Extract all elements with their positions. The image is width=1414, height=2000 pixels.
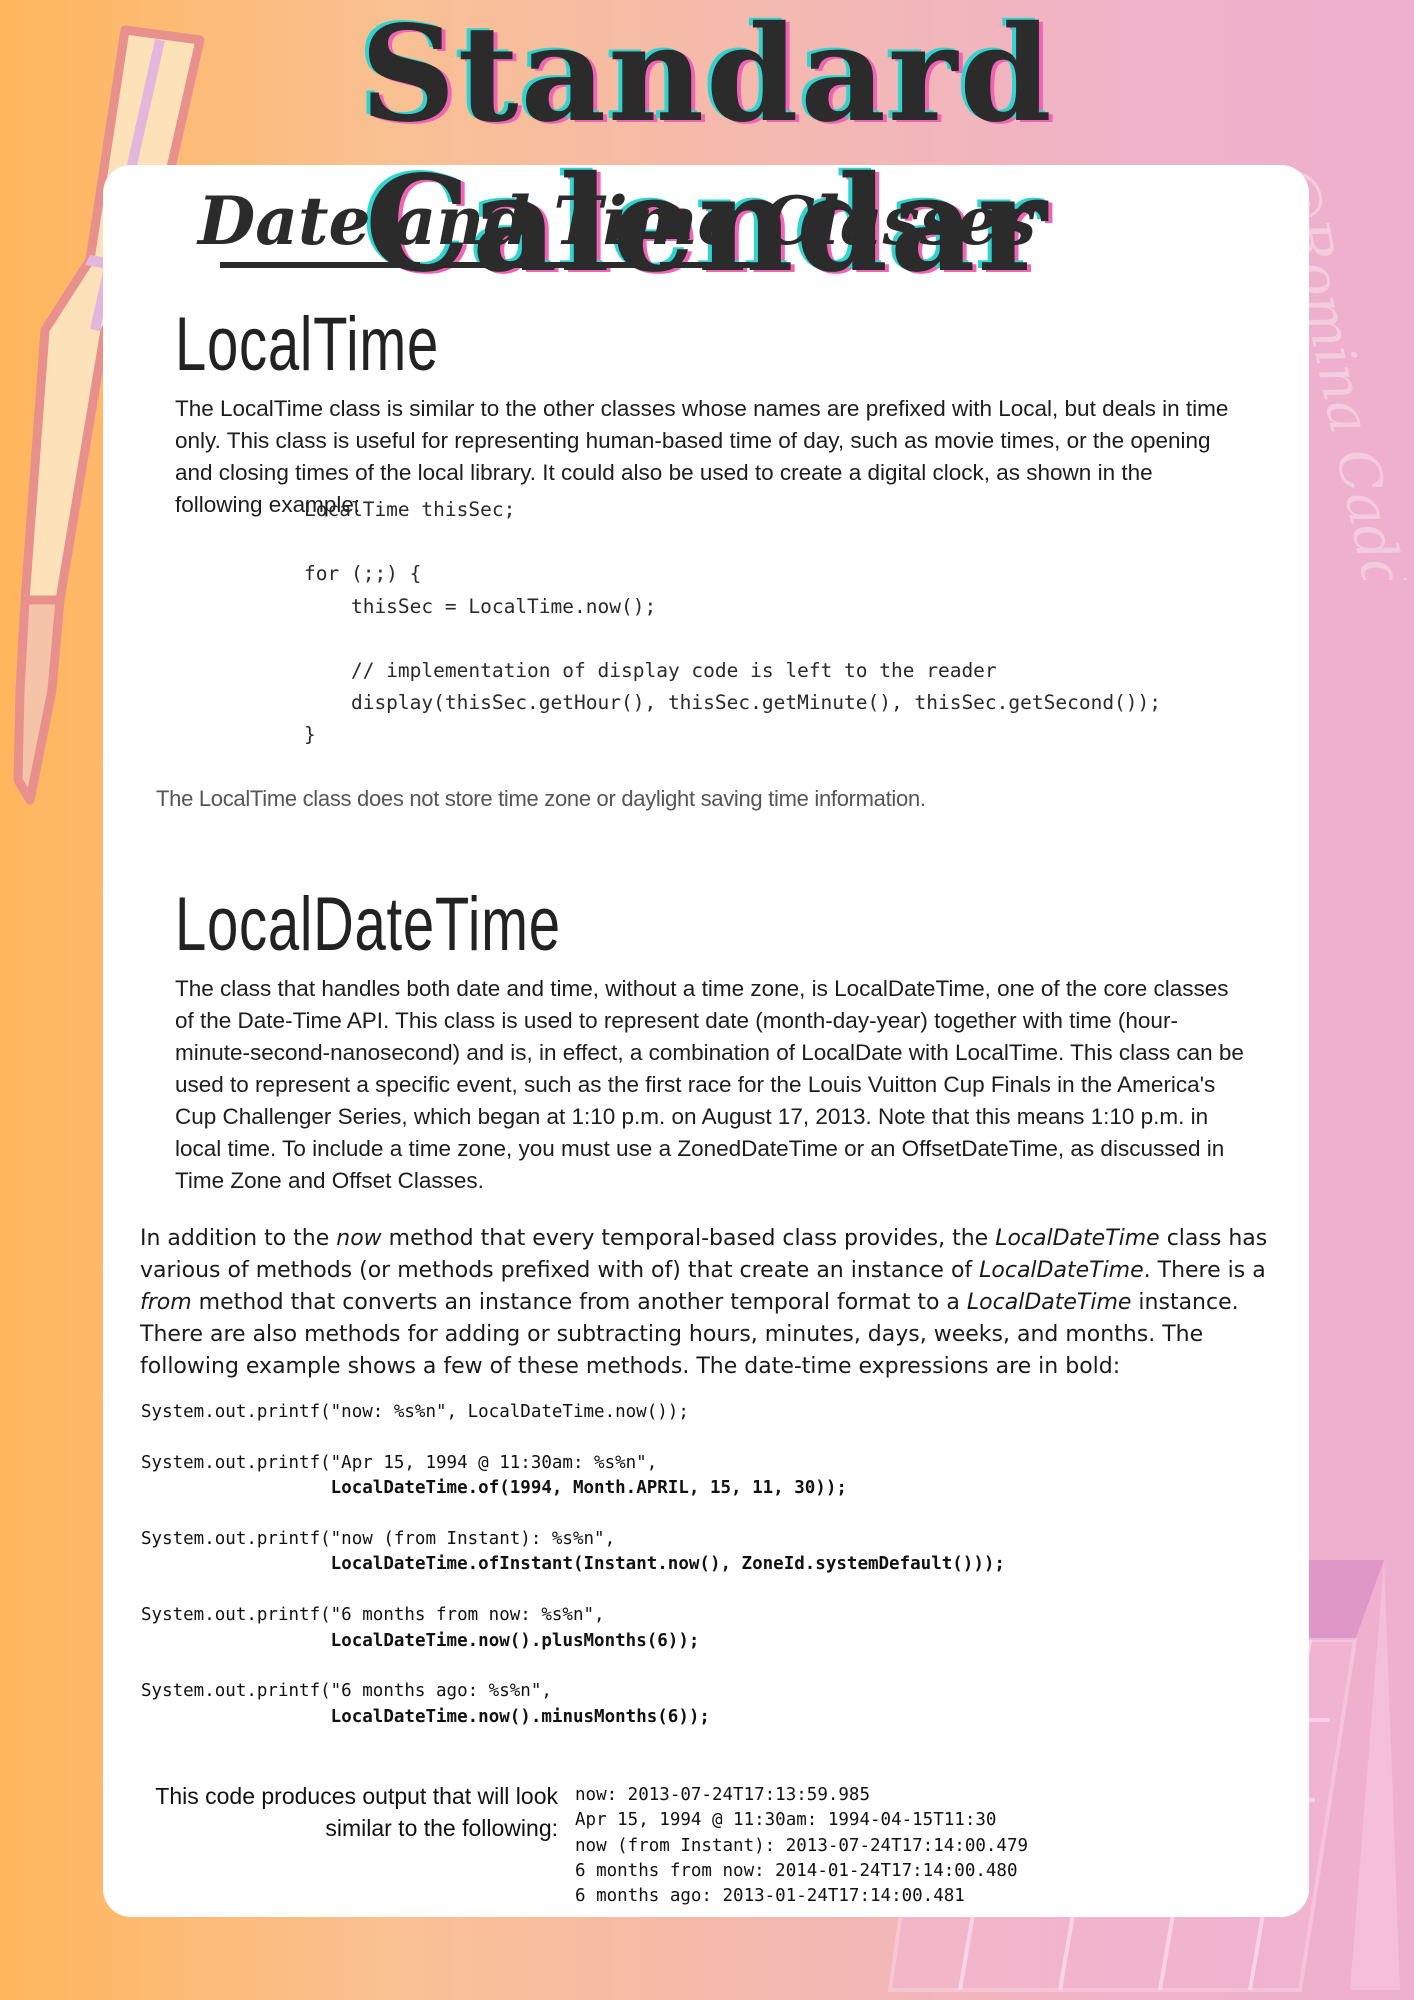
subtitle-underline [220, 262, 750, 268]
text-run: . There is a [1143, 1258, 1266, 1283]
text-run: There are also methods for adding or sub… [140, 1322, 1204, 1347]
paragraph-line: In addition to the now method that every… [140, 1223, 1310, 1255]
output-line: Apr 15, 1994 @ 11:30am: 1994-04-15T11:30 [575, 1810, 997, 1831]
text-run: class has [1159, 1226, 1268, 1251]
code-text: System.out.printf("6 months from now: %s… [141, 1605, 605, 1626]
code-bold: LocalDateTime.now().minusMonths(6)); [330, 1706, 710, 1727]
output-line: now: 2013-07-24T17:13:59.985 [575, 1785, 871, 1805]
code-line: LocalTime thisSec; [304, 498, 516, 521]
code-line: } [304, 723, 316, 747]
emphasis-text: LocalDateTime [995, 1226, 1160, 1251]
code-bold: LocalDateTime.ofInstant(Instant.now(), Z… [330, 1554, 1005, 1575]
code-text: System.out.printf("now: %s%n", LocalDate… [141, 1402, 689, 1422]
paragraph-line: used to represent a specific event, such… [175, 1072, 1216, 1097]
text-run: method that converts an instance from an… [191, 1290, 967, 1315]
paragraph-line: various of methods (or methods prefixed … [140, 1255, 1310, 1287]
text-run: following example shows a few of these m… [140, 1354, 1121, 1379]
paragraph-line: There are also methods for adding or sub… [140, 1319, 1310, 1351]
output-intro: This code produces output that will look… [130, 1780, 558, 1844]
paragraph-line: local time. To include a time zone, you … [175, 1136, 1225, 1161]
code-line: System.out.printf("6 months from now: %s… [141, 1603, 1005, 1628]
output-line: 6 months ago: 2013-01-24T17:14:00.481 [575, 1886, 965, 1907]
page-subtitle: Date and Time Classes [198, 182, 1037, 260]
text-run: method that every temporal-based class p… [381, 1226, 996, 1251]
paragraph-line: only. This class is useful for represent… [175, 428, 1211, 453]
code-line: // implementation of display code is lef… [304, 659, 997, 683]
output-intro-line: This code produces output that will look [155, 1783, 558, 1809]
code-bold: LocalDateTime.of(1994, Month.APRIL, 15, … [330, 1478, 847, 1499]
code-line: LocalDateTime.now().plusMonths(6)); [141, 1629, 1005, 1654]
localdatetime-paragraph: The class that handles both date and tim… [175, 973, 1315, 1197]
methods-paragraph: In addition to the now method that every… [140, 1223, 1310, 1383]
code-bold: LocalDateTime.now().plusMonths(6)); [330, 1630, 700, 1651]
text-run: In addition to the [140, 1226, 337, 1251]
section-heading-localtime: LocalTime [175, 302, 440, 387]
paragraph-line: Cup Challenger Series, which began at 1:… [175, 1104, 1209, 1129]
output-line: 6 months from now: 2014-01-24T17:14:00.4… [575, 1860, 1018, 1881]
localtime-note: The LocalTime class does not store time … [156, 786, 926, 811]
paragraph-line: Time Zone and Offset Classes. [175, 1168, 484, 1193]
output-intro-line: similar to the following: [325, 1815, 558, 1841]
code-line: System.out.printf("now (from Instant): %… [141, 1527, 1005, 1552]
code-line: LocalDateTime.now().minusMonths(6)); [141, 1705, 1005, 1730]
code-text: System.out.printf("6 months ago: %s%n", [141, 1681, 552, 1702]
code-line: System.out.printf("now: %s%n", LocalDate… [141, 1400, 1005, 1425]
paragraph-line: The LocalTime class is similar to the ot… [175, 396, 1229, 421]
code-line: LocalDateTime.ofInstant(Instant.now(), Z… [141, 1552, 1005, 1577]
code-line: for (;;) { [304, 562, 422, 586]
paragraph-line: and closing times of the local library. … [175, 460, 1153, 485]
code-line: System.out.printf("Apr 15, 1994 @ 11:30a… [141, 1451, 1005, 1476]
localdatetime-code-block: System.out.printf("now: %s%n", LocalDate… [141, 1400, 1005, 1730]
section-heading-localdatetime: LocalDateTime [175, 882, 561, 967]
output-block: now: 2013-07-24T17:13:59.985 Apr 15, 1994… [575, 1783, 1028, 1909]
code-line: display(thisSec.getHour(), thisSec.getMi… [304, 691, 1162, 715]
emphasis-text: LocalDateTime [966, 1290, 1132, 1315]
text-run: various of methods (or methods prefixed … [140, 1258, 980, 1283]
paragraph-line: of the Date-Time API. This class is used… [175, 1008, 1178, 1033]
text-run: instance. [1131, 1290, 1239, 1315]
code-text: System.out.printf("now (from Instant): %… [141, 1529, 616, 1550]
paragraph-line: minute-second-nanosecond) and is, in eff… [175, 1040, 1244, 1065]
code-line: System.out.printf("6 months ago: %s%n", [141, 1679, 1005, 1704]
paragraph-line: from method that converts an instance fr… [140, 1287, 1310, 1319]
emphasis-text: now [336, 1226, 382, 1251]
code-line: LocalDateTime.of(1994, Month.APRIL, 15, … [141, 1476, 1005, 1501]
localtime-code-block: LocalTime thisSec; for (;;) { thisSec = … [304, 494, 1161, 752]
code-text: System.out.printf("Apr 15, 1994 @ 11:30a… [141, 1452, 658, 1473]
output-line: now (from Instant): 2013-07-24T17:14:00.… [575, 1835, 1029, 1856]
paragraph-line: The class that handles both date and tim… [175, 976, 1229, 1001]
paragraph-line: following example shows a few of these m… [140, 1351, 1310, 1383]
emphasis-text: from [140, 1290, 192, 1315]
code-line: thisSec = LocalTime.now(); [304, 594, 657, 618]
emphasis-text: LocalDateTime [979, 1258, 1144, 1283]
